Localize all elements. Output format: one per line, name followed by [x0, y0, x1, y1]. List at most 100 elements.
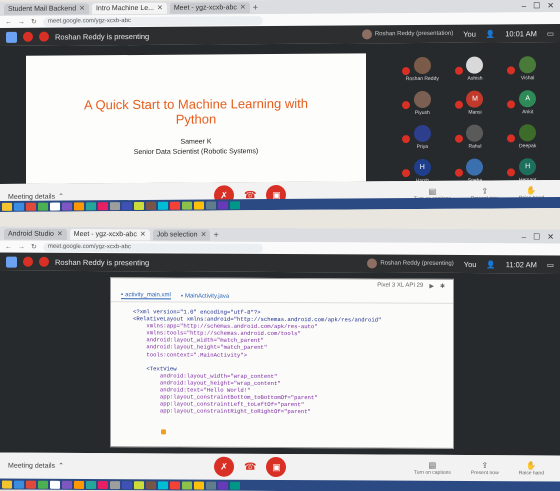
- taskbar-app-icon[interactable]: [158, 201, 168, 210]
- run-icon[interactable]: ▶: [429, 282, 434, 289]
- taskbar-app-icon[interactable]: [182, 480, 192, 490]
- close-icon[interactable]: ✕: [201, 231, 207, 239]
- taskbar-app-icon[interactable]: [110, 201, 120, 210]
- taskbar-app-icon[interactable]: [182, 201, 192, 210]
- close-icon[interactable]: ✕: [157, 4, 163, 12]
- back-icon[interactable]: ←: [5, 243, 12, 250]
- browser-tab[interactable]: Student Mail Backend ✕: [4, 2, 89, 15]
- chat-icon[interactable]: ▭: [547, 29, 554, 38]
- back-icon[interactable]: ←: [5, 18, 12, 25]
- close-icon[interactable]: ✕: [240, 3, 246, 11]
- maximize-icon[interactable]: ☐: [533, 1, 540, 10]
- participant-tile[interactable]: A Ankit: [501, 90, 554, 115]
- taskbar-app-icon[interactable]: [218, 200, 228, 209]
- participant-tile[interactable]: Priya: [396, 124, 449, 151]
- participant-tile[interactable]: Piyush: [396, 90, 449, 116]
- user-icon[interactable]: 👤: [486, 260, 495, 269]
- minimize-icon[interactable]: –: [522, 1, 526, 10]
- taskbar-app-icon[interactable]: [146, 480, 156, 489]
- close-icon[interactable]: ✕: [140, 230, 146, 238]
- camera-off-icon[interactable]: ▣: [266, 456, 287, 478]
- taskbar-app-icon[interactable]: [170, 480, 180, 489]
- device-selector[interactable]: Pixel 3 XL API 29: [377, 283, 423, 289]
- taskbar-app-icon[interactable]: [146, 201, 156, 210]
- taskbar-app-icon[interactable]: [206, 481, 216, 490]
- avatar: M: [466, 90, 484, 108]
- browser-tab-active[interactable]: Intro Machine Le... ✕: [91, 2, 167, 14]
- participant-tile[interactable]: Ashish: [449, 56, 502, 82]
- minimize-icon[interactable]: –: [522, 232, 526, 241]
- taskbar-app-icon[interactable]: [26, 202, 36, 211]
- close-icon[interactable]: ✕: [57, 230, 63, 238]
- participant-tile[interactable]: M Mansi: [449, 90, 502, 116]
- you-label: You: [463, 29, 476, 39]
- user-icon[interactable]: 👤: [486, 29, 495, 38]
- raise-hand-button[interactable]: ✋Raise hand: [519, 461, 544, 476]
- browser-tab-active[interactable]: Meet - ygz-xcxb-abc ✕: [69, 228, 150, 240]
- taskbar-app-icon[interactable]: [86, 201, 96, 210]
- participant-tile[interactable]: Deepak: [501, 124, 554, 149]
- participant-tile[interactable]: Vishal: [501, 56, 554, 81]
- participant-name: Priya: [416, 143, 429, 151]
- close-window-icon[interactable]: ✕: [547, 1, 554, 10]
- taskbar-app-icon[interactable]: [134, 201, 144, 210]
- taskbar-app-icon[interactable]: [2, 480, 12, 489]
- forward-icon[interactable]: →: [18, 243, 25, 250]
- browser-tab[interactable]: Android Studio ✕: [4, 228, 67, 240]
- new-tab-icon[interactable]: +: [213, 230, 218, 240]
- reload-icon[interactable]: ↻: [31, 243, 37, 251]
- taskbar-app-icon[interactable]: [62, 201, 72, 211]
- close-window-icon[interactable]: ✕: [547, 232, 554, 241]
- taskbar-app-icon[interactable]: [134, 480, 144, 489]
- code-editor[interactable]: <?xml version="1.0" encoding="utf-8"?> <R…: [133, 308, 381, 416]
- taskbar-app-icon[interactable]: [62, 480, 72, 489]
- taskbar-app-icon[interactable]: [86, 480, 96, 489]
- taskbar-app-icon[interactable]: [38, 202, 48, 211]
- taskbar-app-icon[interactable]: [218, 481, 228, 490]
- taskbar-app-icon[interactable]: [122, 480, 132, 489]
- taskbar-app-icon[interactable]: [206, 200, 216, 210]
- meeting-details-button[interactable]: Meeting details ⌃: [8, 462, 64, 470]
- forward-icon[interactable]: →: [18, 18, 25, 25]
- debug-icon[interactable]: ✱: [440, 282, 445, 289]
- close-icon[interactable]: ✕: [79, 4, 85, 12]
- maximize-icon[interactable]: ☐: [533, 232, 540, 241]
- taskbar-app-icon[interactable]: [170, 201, 180, 210]
- taskbar-app-icon[interactable]: [194, 201, 204, 210]
- participant-tile[interactable]: Rahul: [449, 124, 502, 150]
- lightbulb-icon[interactable]: [161, 429, 166, 435]
- taskbar-app-icon[interactable]: [50, 202, 60, 211]
- taskbar-app-icon[interactable]: [14, 480, 24, 489]
- taskbar-app-icon[interactable]: [98, 480, 108, 489]
- url-field[interactable]: meet.google.com/ygz-xcxb-abc: [42, 242, 263, 253]
- taskbar-app-icon[interactable]: [26, 480, 36, 489]
- tab-main-activity[interactable]: ▪ MainActivity.java: [181, 293, 229, 299]
- taskbar-app-icon[interactable]: [158, 480, 168, 489]
- chat-icon[interactable]: ▭: [547, 260, 554, 269]
- mic-off-icon[interactable]: ✗: [214, 456, 234, 477]
- taskbar-app-icon[interactable]: [74, 201, 84, 210]
- taskbar-app-icon[interactable]: [74, 480, 84, 489]
- browser-tab[interactable]: Meet - ygz-xcxb-abc ✕: [169, 1, 250, 14]
- taskbar-app-icon[interactable]: [230, 200, 240, 209]
- taskbar-app-icon[interactable]: [110, 480, 120, 489]
- new-tab-icon[interactable]: +: [253, 2, 258, 12]
- tab-activity-main[interactable]: ▪ activity_main.xml: [121, 292, 171, 300]
- taskbar-app-icon[interactable]: [50, 480, 60, 489]
- taskbar-app-icon[interactable]: [14, 202, 24, 211]
- browser-tab[interactable]: Job selection ✕: [152, 228, 211, 241]
- taskbar-app-icon[interactable]: [122, 201, 132, 210]
- present-button[interactable]: ⇪Present now: [471, 460, 499, 476]
- presenter-chip[interactable]: Roshan Reddy (presenting): [367, 258, 454, 269]
- hang-up-icon[interactable]: ☎: [244, 461, 256, 472]
- captions-button[interactable]: ▤Turn on captions: [414, 460, 451, 475]
- presenter-chip[interactable]: Roshan Reddy (presentation): [361, 29, 453, 40]
- taskbar-app-icon[interactable]: [2, 202, 12, 211]
- reload-icon[interactable]: ↻: [31, 18, 37, 26]
- taskbar-app-icon[interactable]: [98, 201, 108, 210]
- taskbar-app-icon[interactable]: [194, 481, 204, 490]
- taskbar-app-icon[interactable]: [38, 480, 48, 489]
- url-field[interactable]: meet.google.com/ygz-xcxb-abc: [42, 15, 263, 27]
- taskbar-app-icon[interactable]: [230, 481, 240, 490]
- participant-tile[interactable]: Roshan Reddy: [396, 56, 449, 82]
